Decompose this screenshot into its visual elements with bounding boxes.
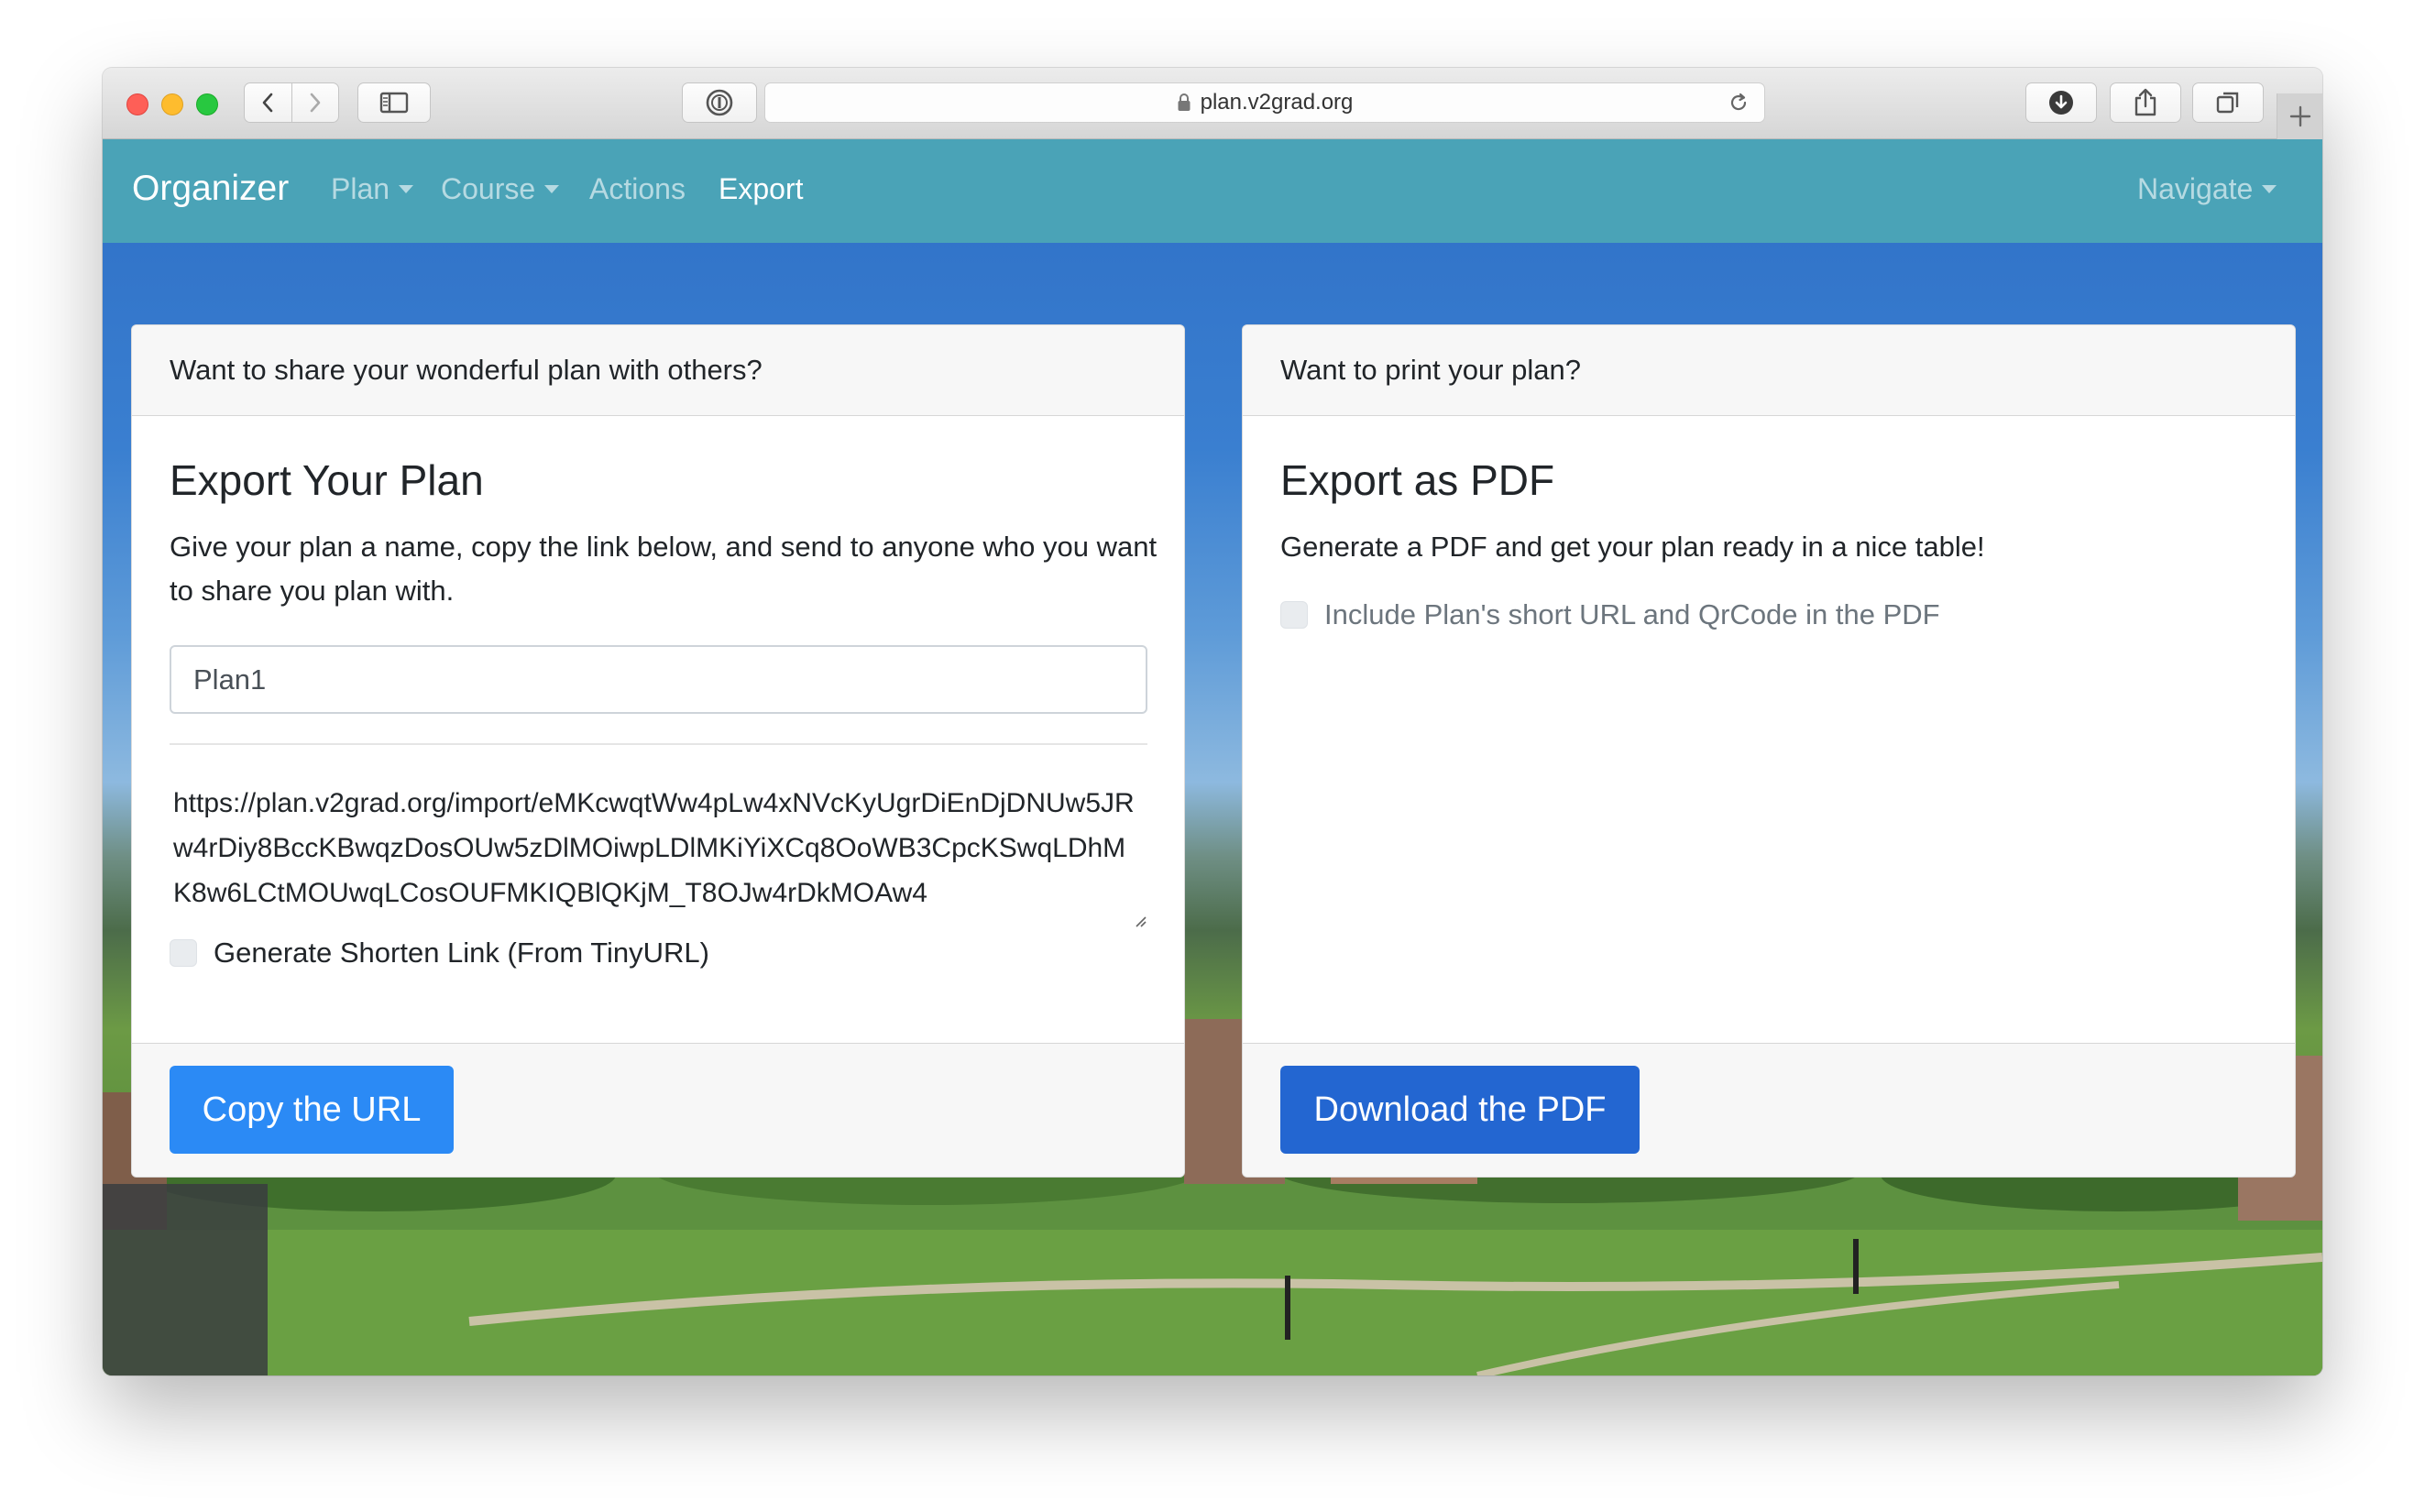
share-card-header: Want to share your wonderful plan with o…: [132, 325, 1184, 416]
history-nav-group: [244, 82, 339, 123]
close-window-button[interactable]: [126, 93, 148, 115]
share-plan-card: Want to share your wonderful plan with o…: [131, 324, 1185, 1178]
browser-toolbar: plan.v2grad.org: [103, 68, 2322, 139]
tabs-icon: [2216, 92, 2239, 114]
copy-url-button[interactable]: Copy the URL: [170, 1066, 454, 1154]
tab-overview-button[interactable]: [2192, 82, 2264, 123]
share-card-description: Give your plan a name, copy the link bel…: [170, 531, 1158, 607]
nav-navigate-dropdown[interactable]: Navigate: [2137, 172, 2277, 206]
nav-plan-label: Plan: [331, 172, 390, 205]
include-qrcode-checkbox[interactable]: [1280, 601, 1308, 629]
share-card-footer: Copy the URL: [132, 1043, 1184, 1177]
nav-navigate-label: Navigate: [2137, 172, 2254, 205]
pdf-card-title: Export as PDF: [1280, 456, 1555, 504]
reload-icon[interactable]: [1728, 92, 1750, 114]
nav-course-label: Course: [441, 172, 536, 205]
brand-logo[interactable]: Organizer: [132, 169, 289, 209]
shorten-link-checkbox[interactable]: [170, 939, 197, 967]
plus-icon: [2289, 105, 2310, 127]
address-url: plan.v2grad.org: [1200, 90, 1354, 115]
password-key-icon: [706, 89, 733, 116]
nav-export-link[interactable]: Export: [719, 172, 803, 206]
nav-actions-link[interactable]: Actions: [589, 172, 686, 206]
download-pdf-button[interactable]: Download the PDF: [1280, 1066, 1640, 1154]
web-page: Organizer Plan Course Actions Export Nav…: [103, 139, 2322, 1375]
browser-window: plan.v2grad.org Organizer Plan Course Ac…: [103, 68, 2322, 1375]
nav-course-dropdown[interactable]: Course: [441, 172, 560, 206]
caret-down-icon: [544, 185, 560, 193]
lock-icon: [1178, 93, 1191, 111]
minimize-window-button[interactable]: [161, 93, 183, 115]
pdf-card-header: Want to print your plan?: [1243, 325, 2295, 416]
plan-name-input[interactable]: [170, 645, 1147, 714]
password-button[interactable]: [682, 82, 757, 123]
divider: [170, 743, 1147, 745]
resize-handle-icon[interactable]: [1134, 915, 1147, 927]
download-icon: [2049, 91, 2073, 115]
address-bar[interactable]: plan.v2grad.org: [764, 82, 1765, 123]
share-card-title: Export Your Plan: [170, 456, 484, 504]
sidebar-icon: [379, 92, 409, 114]
pdf-export-card: Want to print your plan? Export as PDF G…: [1242, 324, 2296, 1178]
back-button[interactable]: [245, 83, 291, 122]
share-url-textarea[interactable]: [170, 781, 1147, 927]
sidebar-toggle-button[interactable]: [357, 82, 431, 123]
top-navbar: Organizer Plan Course Actions Export Nav…: [103, 139, 2322, 243]
zoom-window-button[interactable]: [196, 93, 218, 115]
chevron-right-icon: [310, 93, 321, 113]
caret-down-icon: [2262, 185, 2277, 193]
new-tab-button[interactable]: [2277, 93, 2322, 139]
shorten-link-option[interactable]: Generate Shorten Link (From TinyURL): [170, 937, 709, 970]
chevron-left-icon: [263, 93, 273, 113]
include-qrcode-label: Include Plan's short URL and QrCode in t…: [1324, 598, 1940, 630]
share-icon: [2134, 88, 2156, 116]
downloads-button[interactable]: [2025, 82, 2097, 123]
nav-plan-dropdown[interactable]: Plan: [331, 172, 414, 206]
pdf-card-description: Generate a PDF and get your plan ready i…: [1280, 531, 1985, 563]
caret-down-icon: [399, 185, 414, 193]
pdf-card-footer: Download the PDF: [1243, 1043, 2295, 1177]
forward-button[interactable]: [291, 83, 338, 122]
share-button[interactable]: [2110, 82, 2181, 123]
include-qrcode-option[interactable]: Include Plan's short URL and QrCode in t…: [1280, 598, 1940, 631]
shorten-link-label: Generate Shorten Link (From TinyURL): [214, 937, 709, 969]
